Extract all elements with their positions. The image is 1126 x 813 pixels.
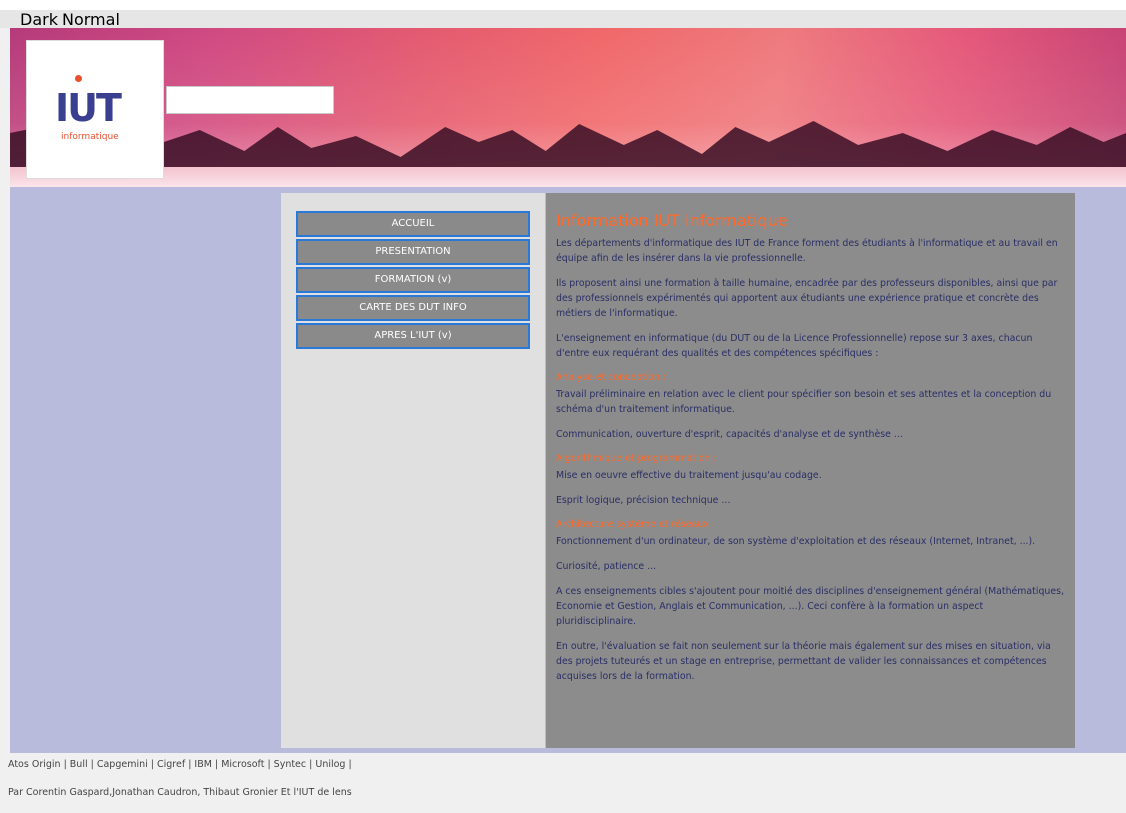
iut-logo[interactable]: IUT informatique <box>26 40 164 179</box>
page-title: Information IUT informatique <box>556 211 788 230</box>
content-paragraph: Esprit logique, précision technique ... <box>556 495 731 506</box>
logo-dot <box>75 75 82 82</box>
content-paragraph: En outre, l'évaluation se fait non seule… <box>556 641 1051 682</box>
right-margin <box>1075 193 1126 748</box>
theme-normal-link[interactable]: Normal <box>62 10 120 29</box>
section-title-analyse: Analyse et conception : <box>556 372 667 383</box>
footer-credits: Par Corentin Gaspard,Jonathan Caudron, T… <box>8 787 352 798</box>
nav-carte-button[interactable]: CARTE DES DUT INFO <box>296 295 530 321</box>
banner-floor <box>10 167 1126 187</box>
content-paragraph: Communication, ouverture d'esprit, capac… <box>556 429 903 440</box>
logo-subtitle: informatique <box>61 132 119 142</box>
crowd-silhouette <box>10 121 1126 169</box>
content-panel: Information IUT informatique Les départe… <box>546 193 1075 748</box>
nav-presentation-button[interactable]: PRESENTATION <box>296 239 530 265</box>
section-title-algorithmique: Algorithmique et programmation : <box>556 453 717 464</box>
search-input[interactable] <box>166 86 334 114</box>
content-paragraph: Fonctionnement d'un ordinateur, de son s… <box>556 536 1036 547</box>
content-paragraph: Les départements d'informatique des IUT … <box>556 238 1058 264</box>
content-paragraph: Mise en oeuvre effective du traitement j… <box>556 470 822 481</box>
footer: Atos Origin | Bull | Capgemini | Cigref … <box>0 753 1126 813</box>
section-title-architecture: Architecture système et réseaux : <box>556 519 715 530</box>
logo-mark: IUT <box>55 86 122 130</box>
nav-apres-iut-button[interactable]: APRES L'IUT (v) <box>296 323 530 349</box>
content-paragraph: L'enseignement en informatique (du DUT o… <box>556 333 1033 359</box>
theme-dark-link[interactable]: Dark <box>20 10 58 29</box>
content-paragraph: A ces enseignements cibles s'ajoutent po… <box>556 586 1064 627</box>
content-paragraph: Travail préliminaire en relation avec le… <box>556 389 1052 415</box>
theme-switch-bar <box>0 10 1126 28</box>
nav-formation-button[interactable]: FORMATION (v) <box>296 267 530 293</box>
content-paragraph: Ils proposent ainsi une formation à tail… <box>556 278 1058 319</box>
nav-accueil-button[interactable]: ACCUEIL <box>296 211 530 237</box>
content-paragraph: Curiosité, patience ... <box>556 561 657 572</box>
footer-partners: Atos Origin | Bull | Capgemini | Cigref … <box>8 759 352 770</box>
